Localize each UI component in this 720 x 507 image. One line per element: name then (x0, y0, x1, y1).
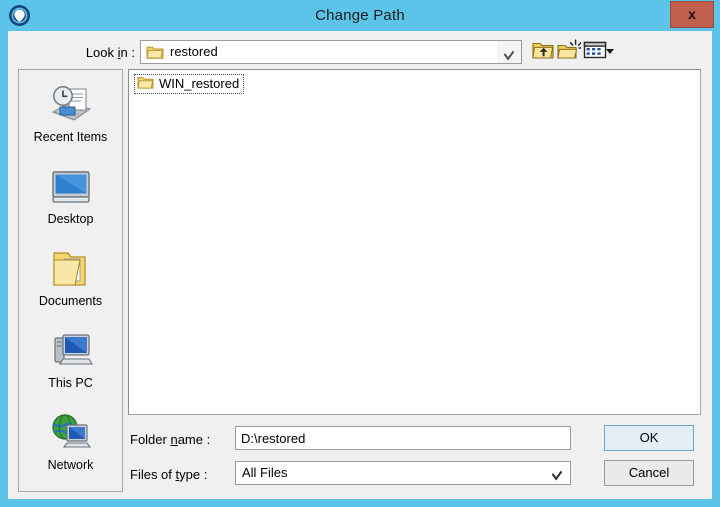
sidebar-item-documents[interactable]: Documents (20, 240, 121, 318)
chevron-down-icon[interactable] (545, 462, 569, 484)
details-view-icon (583, 41, 607, 64)
view-menu-button[interactable] (583, 39, 617, 65)
files-of-type-combobox[interactable]: All Files (235, 461, 571, 485)
cancel-button[interactable]: Cancel (604, 460, 694, 486)
sidebar-item-label: Recent Items (33, 130, 108, 144)
sidebar-item-desktop[interactable]: Desktop (20, 158, 121, 236)
sidebar-item-network[interactable]: Network (20, 404, 121, 482)
sidebar-item-this-pc[interactable]: This PC (20, 322, 121, 400)
title-bar: Change Path x (0, 0, 720, 31)
up-one-level-button[interactable] (531, 39, 557, 65)
look-in-label: Look in : (85, 45, 135, 60)
dialog-body: Look in : restored Recent Items Desktop … (8, 31, 712, 499)
folder-name-label: Folder name : (130, 432, 211, 447)
sidebar-item-label: This PC (48, 376, 93, 390)
folder-icon (137, 75, 154, 93)
folder-name-input[interactable] (235, 426, 571, 450)
network-globe-icon (47, 410, 95, 456)
documents-folder-icon (47, 246, 95, 292)
recent-items-icon (47, 82, 95, 128)
files-of-type-label: Files of type : (130, 467, 208, 482)
files-of-type-value: All Files (242, 465, 288, 480)
ok-button[interactable]: OK (604, 425, 694, 451)
create-new-folder-button[interactable] (557, 39, 583, 65)
places-bar: Recent Items Desktop Documents This PC N… (18, 69, 123, 492)
sidebar-item-recent-items[interactable]: Recent Items (20, 76, 121, 154)
desktop-monitor-icon (47, 164, 95, 210)
this-pc-computer-icon (47, 328, 95, 374)
look-in-value: restored (170, 44, 218, 59)
new-folder-icon (557, 39, 582, 64)
window-title: Change Path (315, 7, 405, 24)
close-icon: x (688, 6, 696, 22)
look-in-combobox[interactable]: restored (140, 40, 522, 64)
list-item-label: WIN_restored (159, 76, 240, 91)
sidebar-item-label: Desktop (47, 212, 94, 226)
chevron-down-icon[interactable] (606, 49, 614, 54)
sidebar-item-label: Documents (38, 294, 103, 308)
folder-icon (146, 44, 164, 63)
change-path-dialog-window: Change Path x Look in : restored Recent … (0, 0, 720, 507)
list-item[interactable]: WIN_restored (134, 74, 245, 94)
sidebar-item-label: Network (47, 458, 94, 472)
file-list-view[interactable]: WIN_restored (128, 69, 701, 415)
chevron-down-icon[interactable] (497, 41, 521, 63)
folder-up-arrow-icon (531, 42, 555, 64)
close-button[interactable]: x (670, 1, 714, 28)
